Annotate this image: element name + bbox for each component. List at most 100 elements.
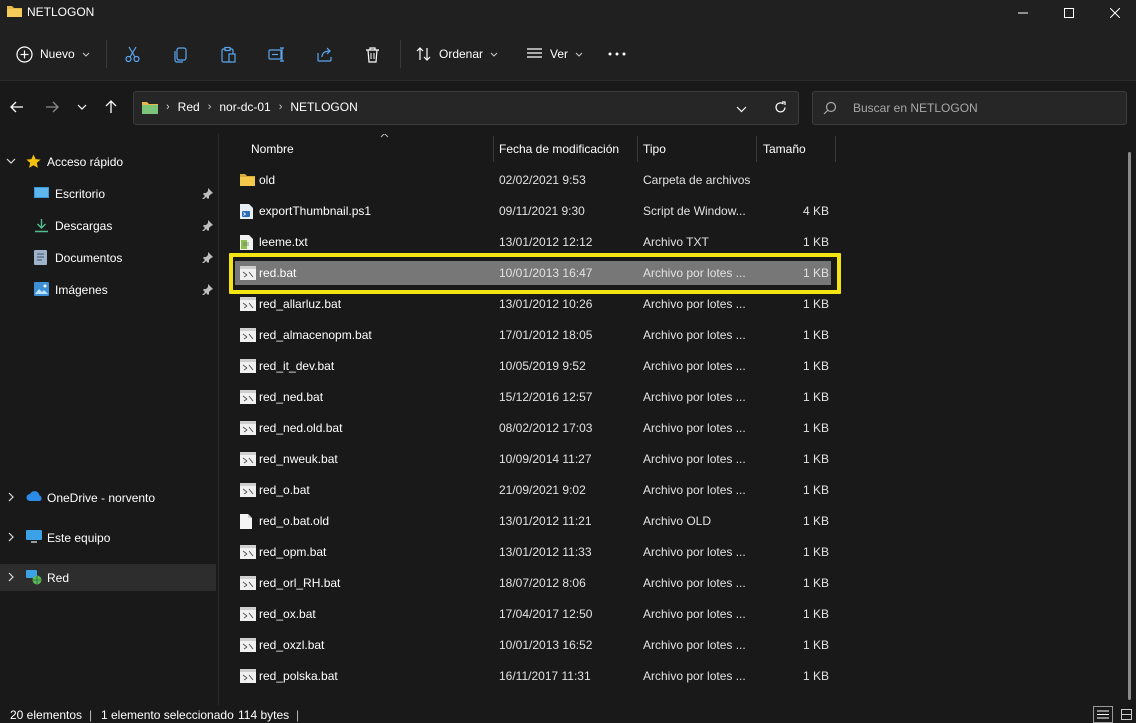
paste-button[interactable] [220, 39, 237, 69]
batch-file-icon [240, 421, 256, 438]
view-label: Ver [550, 47, 569, 61]
cut-button[interactable] [124, 39, 141, 69]
file-size: 1 KB [802, 235, 829, 249]
file-row[interactable]: red_almacenopm.bat 17/01/2012 18:05 Archiv… [235, 323, 831, 347]
documents-icon [34, 250, 47, 265]
batch-file-icon [240, 390, 256, 407]
file-type: Archivo por lotes ... [643, 669, 746, 683]
address-history-button[interactable] [736, 102, 747, 116]
batch-file-icon [240, 452, 256, 469]
more-options-button[interactable] [608, 39, 626, 69]
column-divider[interactable] [835, 136, 836, 162]
file-row[interactable]: old 02/02/2021 9:53 Carpeta de archivos [235, 168, 831, 192]
file-date: 17/01/2012 18:05 [499, 328, 593, 342]
file-name: red_opm.bat [259, 545, 327, 559]
pin-icon[interactable] [202, 252, 213, 263]
file-row[interactable]: red_it_dev.bat 10/05/2019 9:52 Archivo por… [235, 354, 831, 378]
file-row[interactable]: red_o.bat 21/09/2021 9:02 Archivo por lote… [235, 478, 831, 502]
rename-icon [268, 46, 284, 62]
column-header-date[interactable]: Fecha de modificación [494, 134, 637, 164]
back-button[interactable] [8, 97, 26, 117]
file-size: 4 KB [802, 204, 829, 218]
file-size: 1 KB [802, 359, 829, 373]
file-row[interactable]: red_ned.bat 15/12/2016 12:57 Archivo por l… [235, 385, 831, 409]
pin-icon[interactable] [202, 284, 213, 295]
column-header-size[interactable]: Tamaño [757, 134, 835, 164]
arrow-up-icon [105, 100, 117, 113]
file-row[interactable]: red_allarluz.bat 13/01/2012 10:26 Archivo … [235, 292, 831, 316]
chevron-down-icon [575, 52, 583, 57]
batch-file-icon [240, 669, 256, 686]
file-row[interactable]: red_o.bat.old 13/01/2012 11:21 Archivo OLD… [235, 509, 831, 533]
nav-label: Acceso rápido [47, 155, 124, 169]
rename-button[interactable] [268, 39, 286, 69]
nav-quick-access[interactable]: Acceso rápido [0, 148, 216, 175]
file-row[interactable]: exportThumbnail.ps1 09/11/2021 9:30 Script… [235, 199, 831, 223]
toolbar-divider [400, 40, 401, 68]
details-view-button[interactable] [1093, 706, 1113, 723]
view-button[interactable]: Ver [526, 39, 583, 69]
search-icon [823, 101, 837, 115]
delete-button[interactable] [364, 39, 381, 69]
file-row[interactable]: red_orl_RH.bat 18/07/2012 8:06 Archivo por… [235, 571, 831, 595]
file-size: 1 KB [802, 669, 829, 683]
sort-button[interactable]: Ordenar [416, 39, 498, 69]
file-row[interactable]: red_ox.bat 17/04/2017 12:50 Archivo por lo… [235, 602, 831, 626]
file-size: 1 KB [802, 607, 829, 621]
file-name: leeme.txt [259, 235, 308, 249]
recent-locations-button[interactable] [73, 97, 91, 117]
breadcrumb-item[interactable]: Red [178, 100, 200, 114]
file-size: 1 KB [802, 514, 829, 528]
file-date: 13/01/2012 10:26 [499, 297, 593, 311]
new-button[interactable]: Nuevo [16, 39, 90, 69]
copy-button[interactable] [172, 39, 189, 69]
file-date: 10/01/2013 16:52 [499, 638, 593, 652]
maximize-button[interactable] [1046, 0, 1092, 26]
chevron-down-icon [736, 106, 747, 113]
file-type: Script de Window... [643, 204, 746, 218]
nav-item-this-pc[interactable]: Este equipo [0, 524, 216, 551]
file-date: 15/12/2016 12:57 [499, 390, 593, 404]
column-header-name[interactable]: Nombre [235, 134, 493, 164]
nav-item-network[interactable]: Red [0, 564, 216, 591]
tiles-view-button[interactable] [1116, 706, 1136, 723]
search-input[interactable] [853, 100, 1113, 116]
file-name: red_ned.old.bat [259, 421, 343, 435]
up-button[interactable] [102, 97, 120, 117]
breadcrumb-item[interactable]: NETLOGON [290, 100, 357, 114]
nav-item-pictures[interactable]: Imágenes [0, 276, 216, 303]
close-button[interactable] [1092, 0, 1136, 26]
file-date: 10/05/2019 9:52 [499, 359, 586, 373]
nav-item-desktop[interactable]: Escritorio [0, 180, 216, 207]
nav-item-documents[interactable]: Documentos [0, 244, 216, 271]
file-row[interactable]: red_ned.old.bat 08/02/2012 17:03 Archivo p… [235, 416, 831, 440]
refresh-button[interactable] [774, 101, 787, 117]
pin-icon[interactable] [202, 188, 213, 199]
minimize-button[interactable] [1000, 0, 1046, 26]
nav-item-downloads[interactable]: Descargas [0, 212, 216, 239]
pin-icon[interactable] [202, 220, 213, 231]
address-bar[interactable]: › Red › nor-dc-01 › NETLOGON [133, 91, 799, 125]
sort-label: Ordenar [439, 47, 484, 61]
nav-item-onedrive[interactable]: OneDrive - norvento [0, 484, 216, 511]
file-date: 13/01/2012 11:33 [499, 545, 592, 559]
file-name: red_nweuk.bat [259, 452, 338, 466]
file-row[interactable]: red_opm.bat 13/01/2012 11:33 Archivo por l… [235, 540, 831, 564]
file-row[interactable]: red_oxzl.bat 10/01/2013 16:52 Archivo por … [235, 633, 831, 657]
file-row[interactable]: red_polska.bat 16/11/2017 11:31 Archivo po… [235, 664, 831, 688]
command-bar: Nuevo Ordenar Ver [0, 26, 1136, 81]
column-header-type[interactable]: Tipo [638, 134, 756, 164]
status-bar: 20 elementos | 1 elemento seleccionado 1… [0, 705, 1136, 723]
sort-icon [416, 47, 431, 61]
forward-button[interactable] [43, 97, 61, 117]
clipboard-icon [221, 46, 236, 63]
nav-label: Este equipo [47, 531, 111, 545]
vertical-scrollbar[interactable] [1128, 152, 1131, 700]
share-button[interactable] [316, 39, 333, 69]
search-box[interactable] [812, 91, 1127, 125]
file-row[interactable]: red_nweuk.bat 10/09/2014 11:27 Archivo por… [235, 447, 831, 471]
breadcrumb-item[interactable]: nor-dc-01 [219, 100, 270, 114]
column-label: Tamaño [763, 142, 806, 156]
pictures-icon [34, 282, 49, 296]
file-row[interactable]: leeme.txt 13/01/2012 12:12 Archivo TXT 1 KB [235, 230, 831, 254]
